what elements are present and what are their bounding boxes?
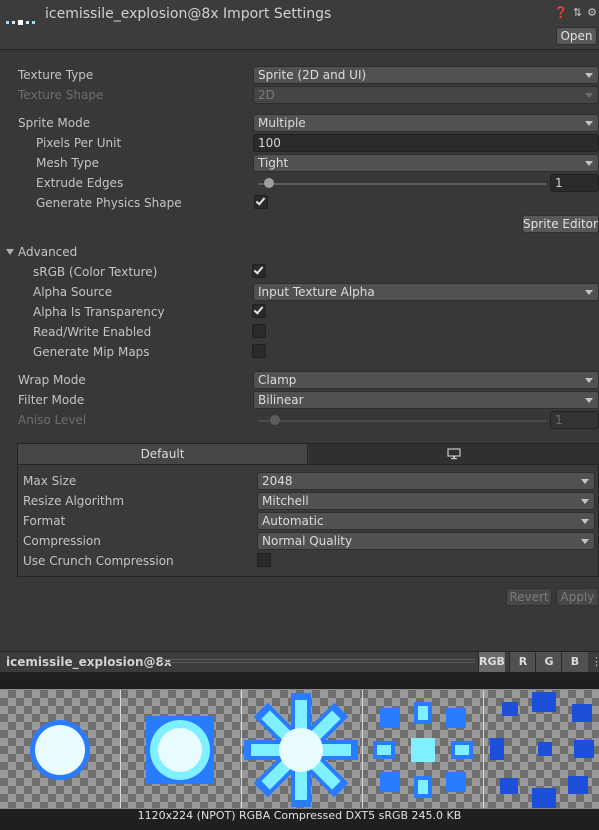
apply-button[interactable]: Apply <box>556 588 599 606</box>
preset-icon[interactable]: ⇅ <box>573 6 582 19</box>
resize-algorithm-label: Resize Algorithm <box>23 494 125 508</box>
explosion-frame-4 <box>373 702 473 798</box>
explosion-frame-5 <box>490 692 594 808</box>
channel-b-button[interactable]: B <box>561 652 588 672</box>
format-label: Format <box>23 514 66 528</box>
filter-mode-dropdown[interactable]: Bilinear <box>253 391 599 409</box>
generate-physics-shape-label: Generate Physics Shape <box>36 196 182 210</box>
extrude-edges-slider-thumb[interactable] <box>264 178 274 188</box>
read-write-checkbox[interactable] <box>252 324 266 338</box>
header-icons: ❓ ⇅ ⚙ <box>554 6 597 19</box>
wrap-mode-label: Wrap Mode <box>18 373 86 387</box>
aniso-level-label: Aniso Level <box>18 413 87 427</box>
aniso-level-slider-track <box>258 420 546 422</box>
preview-drag-handle[interactable] <box>160 659 475 665</box>
inspector-title: icemissile_explosion@8x Import Settings <box>45 6 332 22</box>
checkmark-icon <box>253 304 264 315</box>
alpha-source-label: Alpha Source <box>33 285 113 299</box>
read-write-label: Read/Write Enabled <box>33 325 152 339</box>
filter-mode-value: Bilinear <box>258 393 304 407</box>
chevron-down-icon <box>585 93 593 98</box>
mip-maps-label: Generate Mip Maps <box>33 345 150 359</box>
chevron-down-icon <box>585 121 593 126</box>
foldout-arrow-icon[interactable] <box>6 249 14 255</box>
texture-type-label: Texture Type <box>18 68 94 82</box>
sprite-mode-value: Multiple <box>258 116 306 130</box>
revert-button[interactable]: Revert <box>506 588 552 606</box>
resize-algorithm-dropdown[interactable]: Mitchell <box>257 492 595 510</box>
compression-dropdown[interactable]: Normal Quality <box>257 532 595 550</box>
advanced-foldout-label[interactable]: Advanced <box>18 245 77 259</box>
format-dropdown[interactable]: Automatic <box>257 512 595 530</box>
sprite-sheet-preview <box>0 689 599 809</box>
chevron-down-icon <box>585 161 593 166</box>
open-button[interactable]: Open <box>556 27 597 45</box>
chevron-down-icon <box>585 378 593 383</box>
explosion-frame-2 <box>146 716 214 784</box>
explosion-frame-3 <box>244 693 358 807</box>
chevron-down-icon <box>585 73 593 78</box>
more-options-icon[interactable]: ⋮ <box>591 652 599 672</box>
pixels-per-unit-label: Pixels Per Unit <box>36 136 122 150</box>
help-icon[interactable]: ❓ <box>554 6 568 19</box>
alpha-source-value: Input Texture Alpha <box>258 285 375 299</box>
max-size-dropdown[interactable]: 2048 <box>257 472 595 490</box>
extrude-edges-slider-track[interactable] <box>258 183 546 185</box>
mesh-type-dropdown[interactable]: Tight <box>253 154 599 172</box>
alpha-source-dropdown[interactable]: Input Texture Alpha <box>253 283 599 301</box>
max-size-label: Max Size <box>23 474 77 488</box>
mesh-type-value: Tight <box>258 156 289 170</box>
channel-rgb-button[interactable]: RGB <box>478 652 505 672</box>
explosion-frames <box>30 692 594 808</box>
alpha-is-transparency-label: Alpha Is Transparency <box>33 305 165 319</box>
explosion-frame-1 <box>30 720 90 780</box>
generate-physics-shape-checkbox[interactable] <box>254 195 268 209</box>
wrap-mode-dropdown[interactable]: Clamp <box>253 371 599 389</box>
resize-algorithm-value: Mitchell <box>262 494 309 508</box>
mip-maps-checkbox[interactable] <box>252 344 266 358</box>
chevron-down-icon <box>585 398 593 403</box>
compression-label: Compression <box>23 534 101 548</box>
extrude-edges-label: Extrude Edges <box>36 176 124 190</box>
compression-value: Normal Quality <box>262 534 353 548</box>
alpha-is-transparency-checkbox[interactable] <box>252 304 266 318</box>
chevron-down-icon <box>585 290 593 295</box>
channel-g-button[interactable]: G <box>535 652 562 672</box>
aniso-level-field: 1 <box>550 411 599 429</box>
aniso-level-slider-thumb <box>270 415 280 425</box>
format-value: Automatic <box>262 514 324 528</box>
chevron-down-icon <box>581 479 589 484</box>
tab-default[interactable]: Default <box>18 444 308 465</box>
channel-r-button[interactable]: R <box>509 652 536 672</box>
srgb-label: sRGB (Color Texture) <box>33 265 158 279</box>
mesh-type-label: Mesh Type <box>36 156 99 170</box>
sprite-mode-dropdown[interactable]: Multiple <box>253 114 599 132</box>
filter-mode-label: Filter Mode <box>18 393 85 407</box>
sprite-editor-button[interactable]: Sprite Editor <box>522 215 599 233</box>
chevron-down-icon <box>581 499 589 504</box>
max-size-value: 2048 <box>262 474 293 488</box>
wrap-mode-value: Clamp <box>258 373 297 387</box>
texture-info-label: 1120x224 (NPOT) RGBA Compressed DXT5 sRG… <box>137 809 462 822</box>
preview-asset-name: icemissile_explosion@8x <box>6 655 172 669</box>
texture-shape-value: 2D <box>258 88 275 102</box>
monitor-icon <box>447 448 461 460</box>
chevron-down-icon <box>581 539 589 544</box>
srgb-checkbox[interactable] <box>252 264 266 278</box>
texture-shape-dropdown: 2D <box>253 86 599 104</box>
texture-asset-icon <box>6 20 35 25</box>
extrude-edges-field[interactable]: 1 <box>550 174 599 192</box>
checkmark-icon <box>253 264 264 275</box>
chevron-down-icon <box>581 519 589 524</box>
crunch-compression-checkbox[interactable] <box>257 553 271 567</box>
crunch-compression-label: Use Crunch Compression <box>23 554 174 568</box>
pixels-per-unit-field[interactable]: 100 <box>253 134 599 152</box>
settings-icon[interactable]: ⚙ <box>587 6 597 19</box>
texture-shape-label: Texture Shape <box>18 88 104 102</box>
tab-standalone[interactable] <box>309 444 599 465</box>
sprite-mode-label: Sprite Mode <box>18 116 91 130</box>
texture-type-value: Sprite (2D and UI) <box>258 68 367 82</box>
checkmark-icon <box>255 195 266 206</box>
texture-type-dropdown[interactable]: Sprite (2D and UI) <box>253 66 599 84</box>
